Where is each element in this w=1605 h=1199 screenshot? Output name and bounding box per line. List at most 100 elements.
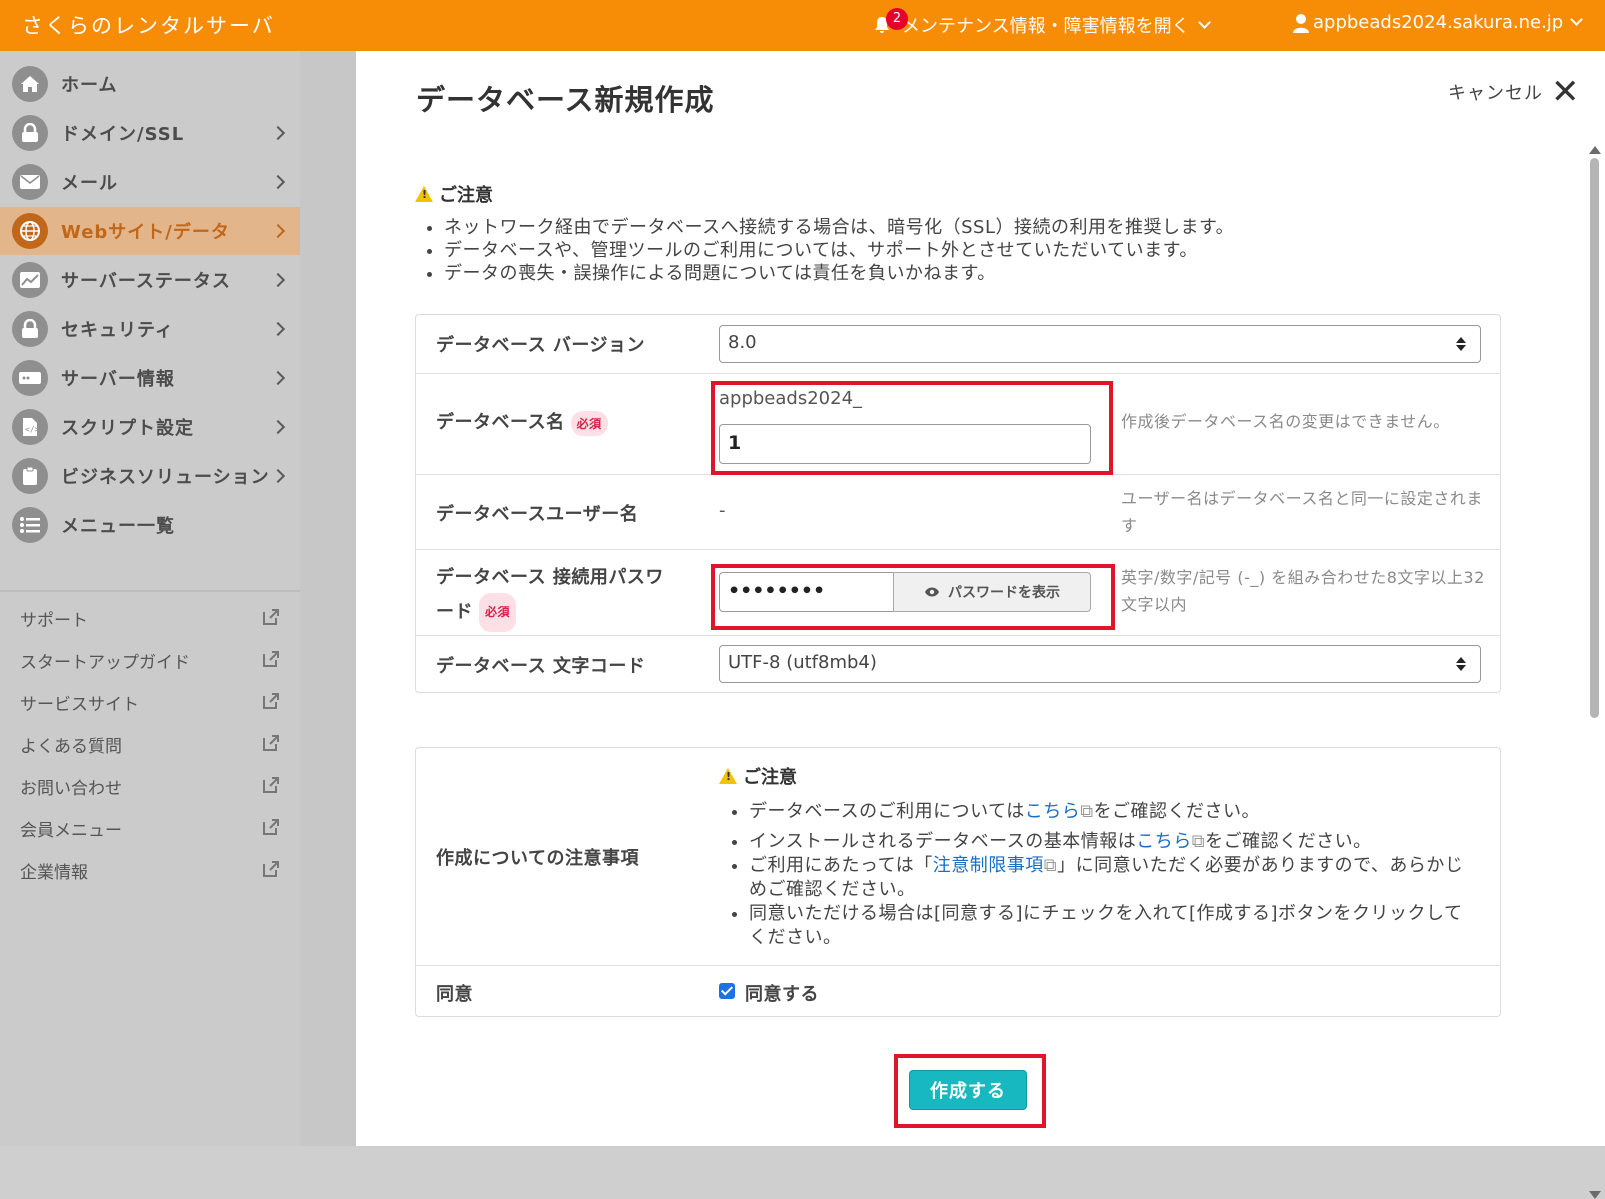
page-title: データベース新規作成 (416, 83, 715, 117)
sidebar-item-business-solution[interactable]: ビジネスソリューション (0, 452, 300, 500)
maintenance-notice-menu[interactable]: 2 メンテナンス情報・障害情報を開く (872, 8, 1213, 38)
notice-label: メンテナンス情報・障害情報を開く (902, 16, 1190, 37)
scroll-down-arrow-icon[interactable] (1589, 1191, 1601, 1199)
notes-row: 作成についての注意事項 ! ご注意 データベースのご利用についてはこちら⧉をご確… (416, 748, 1500, 966)
warning-icon: ! (719, 768, 737, 784)
notes-item: ご利用にあたっては「注意制限事項⧉」に同意いただく必要がありますので、あらかじめ… (749, 854, 1479, 902)
create-button[interactable]: 作成する (909, 1070, 1027, 1110)
charset-select[interactable]: UTF-8 (utf8mb4) (719, 645, 1481, 683)
top-header: さくらのレンタルサーバ 2 メンテナンス情報・障害情報を開く appbeads2… (0, 0, 1605, 51)
notes-label: 作成についての注意事項 (436, 848, 639, 869)
sidebar-link-label: 企業情報 (20, 863, 88, 883)
agree-checkbox[interactable] (719, 983, 735, 999)
sidebar-link-label: よくある質問 (20, 737, 122, 757)
server-icon (12, 360, 48, 396)
close-icon: ✕ (1551, 72, 1581, 112)
sidebar-item-mail[interactable]: メール (0, 158, 300, 206)
globe-icon (12, 213, 48, 249)
sidebar-item-label: メニュー一覧 (61, 516, 175, 537)
notes-item: インストールされるデータベースの基本情報はこちら⧉をご確認ください。 (749, 830, 1479, 854)
sidebar-item-label: スクリプト設定 (61, 418, 194, 439)
create-database-modal: データベース新規作成 キャンセル ✕ ! ご注意 ネットワーク経由でデータベース… (356, 51, 1605, 1199)
brand-logo[interactable]: さくらのレンタルサーバ (22, 10, 275, 40)
caution-list: ネットワーク経由でデータベースへ接続する場合は、暗号化（SSL）接続の利用を推奨… (414, 216, 1514, 285)
sidebar-link-label: スタートアップガイド (20, 653, 190, 673)
chart-icon (12, 262, 48, 298)
sidebar-item-menu-list[interactable]: メニュー一覧 (0, 501, 300, 549)
notes-heading-label: ご注意 (743, 767, 797, 788)
db-info-link[interactable]: こちら (1136, 831, 1192, 852)
chevron-right-icon (270, 125, 286, 141)
notes-item: 同意いただける場合は[同意する]にチェックを入れて[作成する]ボタンをクリックし… (749, 902, 1479, 950)
cancel-button[interactable]: キャンセル ✕ (1448, 75, 1581, 109)
agree-row: 同意 同意する (416, 966, 1500, 1018)
chevron-right-icon (270, 174, 286, 190)
bell-icon: 2 (872, 8, 908, 37)
agree-checkbox-label[interactable]: 同意する (745, 980, 819, 1006)
sidebar-item-security[interactable]: セキュリティ (0, 305, 300, 353)
sidebar-item-label: サーバーステータス (61, 271, 231, 292)
caution-item: データの喪失・誤操作による問題については責任を負いかねます。 (444, 262, 1514, 285)
sidebar-item-label: メール (61, 173, 118, 194)
sidebar-item-label: ドメイン/SSL (61, 124, 185, 145)
sidebar-item-server-status[interactable]: サーバーステータス (0, 256, 300, 304)
sidebar-item-label: ホーム (61, 75, 118, 96)
cancel-label: キャンセル (1448, 83, 1543, 104)
external-link-icon (263, 609, 279, 625)
dbuser-value: - (719, 500, 726, 521)
sidebar-item-label: サーバー情報 (61, 369, 175, 390)
caution-item: ネットワーク経由でデータベースへ接続する場合は、暗号化（SSL）接続の利用を推奨… (444, 216, 1514, 239)
notes-caution-heading: ! ご注意 (719, 763, 797, 789)
sidebar-divider (0, 590, 300, 592)
dbuser-label: データベースユーザー名 (436, 504, 639, 525)
lock-www-icon (12, 115, 48, 151)
version-select[interactable]: 8.0 (719, 325, 1481, 363)
charset-value: UTF-8 (utf8mb4) (728, 652, 877, 673)
version-label: データベース バージョン (436, 335, 646, 356)
caution-heading: ! ご注意 (415, 181, 493, 207)
notification-badge: 2 (886, 8, 908, 30)
sidebar-link-label: サービスサイト (20, 695, 139, 715)
external-link-icon: ⧉ (1191, 831, 1206, 852)
sidebar-item-domain-ssl[interactable]: ドメイン/SSL (0, 109, 300, 157)
sidebar-link-label: 会員メニュー (20, 821, 122, 841)
external-link-icon (263, 819, 279, 835)
sidebar-link-label: お問い合わせ (20, 779, 122, 799)
dbname-hint: 作成後データベース名の変更はできません。 (1121, 412, 1450, 431)
required-badge: 必須 (570, 410, 608, 436)
sidebar-item-server-info[interactable]: サーバー情報 (0, 354, 300, 402)
chevron-down-icon (1570, 13, 1584, 26)
restrictions-link[interactable]: 注意制限事項 (933, 855, 1044, 876)
agree-label: 同意 (436, 984, 473, 1005)
chevron-right-icon (270, 370, 286, 386)
highlight-password (711, 564, 1115, 630)
chevron-right-icon (270, 223, 286, 239)
db-usage-link[interactable]: こちら (1025, 801, 1081, 822)
scroll-up-arrow-icon[interactable] (1589, 146, 1601, 154)
user-label: appbeads2024.sakura.ne.jp (1313, 12, 1564, 33)
sidebar-item-label: セキュリティ (61, 320, 174, 341)
mail-icon (12, 164, 48, 200)
scrollbar-thumb[interactable] (1590, 158, 1599, 718)
sidebar-item-label: Webサイト/データ (61, 222, 230, 243)
charset-label: データベース 文字コード (436, 656, 646, 677)
external-link-icon: ⧉ (1080, 801, 1094, 822)
dbname-label: データベース名 必須 (436, 408, 608, 436)
user-account-menu[interactable]: appbeads2024.sakura.ne.jp (1292, 12, 1585, 33)
sidebar-item-script-settings[interactable]: </> スクリプト設定 (0, 403, 300, 451)
sidebar-item-website-data[interactable]: Webサイト/データ (0, 207, 300, 255)
required-badge: 必須 (479, 593, 517, 632)
sidebar-item-label: ビジネスソリューション (61, 467, 270, 488)
external-link-icon (263, 777, 279, 793)
external-link-icon: ⧉ (1043, 855, 1058, 876)
sidebar-item-home[interactable]: ホーム (0, 60, 300, 108)
charset-row: データベース 文字コード UTF-8 (utf8mb4) (416, 636, 1500, 693)
home-icon (12, 66, 48, 102)
external-link-icon (263, 693, 279, 709)
select-arrows-icon (1456, 657, 1466, 671)
modal-scrollbar[interactable] (1588, 146, 1601, 1199)
chevron-right-icon (270, 419, 286, 435)
creation-notes-box: 作成についての注意事項 ! ご注意 データベースのご利用についてはこちら⧉をご確… (415, 747, 1501, 1017)
dbuser-row: データベースユーザー名 - ユーザー名はデータベース名と同一に設定されます (416, 475, 1500, 550)
chevron-right-icon (270, 468, 286, 484)
